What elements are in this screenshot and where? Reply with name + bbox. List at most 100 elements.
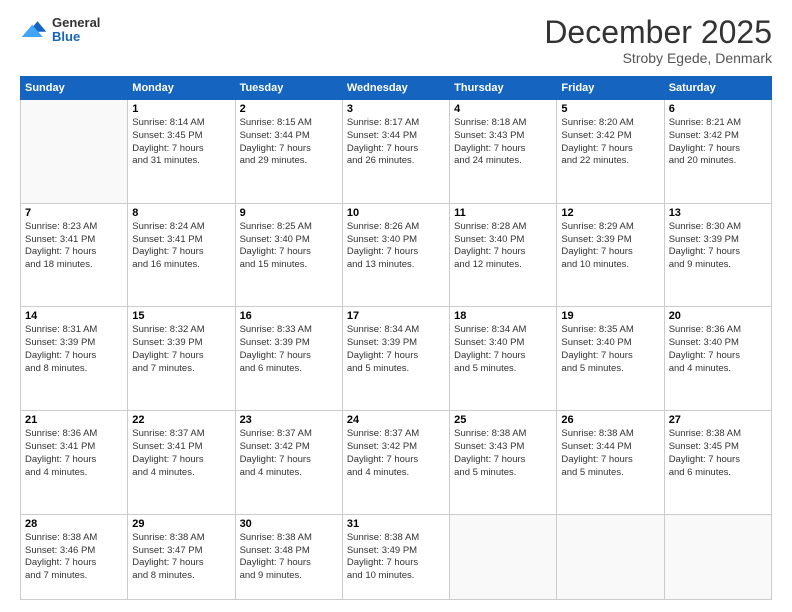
day-number: 18 [454, 310, 552, 322]
cell-info: Sunrise: 8:23 AM Sunset: 3:41 PM Dayligh… [25, 221, 123, 272]
day-number: 3 [347, 103, 445, 115]
day-number: 2 [240, 103, 338, 115]
cell-info: Sunrise: 8:37 AM Sunset: 3:41 PM Dayligh… [132, 428, 230, 479]
calendar-cell: 10 Sunrise: 8:26 AM Sunset: 3:40 PM Dayli… [342, 203, 449, 307]
calendar-cell [664, 514, 771, 599]
cell-info: Sunrise: 8:38 AM Sunset: 3:48 PM Dayligh… [240, 532, 338, 583]
cell-info: Sunrise: 8:24 AM Sunset: 3:41 PM Dayligh… [132, 221, 230, 272]
col-header-wednesday: Wednesday [342, 77, 449, 100]
day-number: 6 [669, 103, 767, 115]
day-number: 27 [669, 414, 767, 426]
day-number: 13 [669, 207, 767, 219]
calendar-cell: 18 Sunrise: 8:34 AM Sunset: 3:40 PM Dayli… [450, 307, 557, 411]
calendar-cell: 17 Sunrise: 8:34 AM Sunset: 3:39 PM Dayli… [342, 307, 449, 411]
cell-info: Sunrise: 8:21 AM Sunset: 3:42 PM Dayligh… [669, 117, 767, 168]
page: General Blue December 2025 Stroby Egede,… [0, 0, 792, 612]
col-header-saturday: Saturday [664, 77, 771, 100]
calendar-row-0: 1 Sunrise: 8:14 AM Sunset: 3:45 PM Daylig… [21, 100, 772, 204]
col-header-tuesday: Tuesday [235, 77, 342, 100]
day-number: 29 [132, 518, 230, 530]
calendar-cell: 27Sunrise: 8:38 AM Sunset: 3:45 PM Dayli… [664, 411, 771, 515]
day-number: 7 [25, 207, 123, 219]
cell-info: Sunrise: 8:29 AM Sunset: 3:39 PM Dayligh… [561, 221, 659, 272]
calendar-cell: 25Sunrise: 8:38 AM Sunset: 3:43 PM Dayli… [450, 411, 557, 515]
cell-info: Sunrise: 8:34 AM Sunset: 3:39 PM Dayligh… [347, 324, 445, 375]
calendar-cell: 2 Sunrise: 8:15 AM Sunset: 3:44 PM Daylig… [235, 100, 342, 204]
calendar-cell: 1 Sunrise: 8:14 AM Sunset: 3:45 PM Daylig… [128, 100, 235, 204]
cell-info: Sunrise: 8:17 AM Sunset: 3:44 PM Dayligh… [347, 117, 445, 168]
cell-info: Sunrise: 8:38 AM Sunset: 3:43 PM Dayligh… [454, 428, 552, 479]
cell-info: Sunrise: 8:25 AM Sunset: 3:40 PM Dayligh… [240, 221, 338, 272]
calendar-cell: 19 Sunrise: 8:35 AM Sunset: 3:40 PM Dayli… [557, 307, 664, 411]
calendar-cell: 12 Sunrise: 8:29 AM Sunset: 3:39 PM Dayli… [557, 203, 664, 307]
cell-info: Sunrise: 8:28 AM Sunset: 3:40 PM Dayligh… [454, 221, 552, 272]
calendar-row-2: 14Sunrise: 8:31 AM Sunset: 3:39 PM Dayli… [21, 307, 772, 411]
calendar-cell: 13 Sunrise: 8:30 AM Sunset: 3:39 PM Dayli… [664, 203, 771, 307]
header: General Blue December 2025 Stroby Egede,… [20, 16, 772, 66]
calendar-cell: 30 Sunrise: 8:38 AM Sunset: 3:48 PM Dayli… [235, 514, 342, 599]
day-number: 10 [347, 207, 445, 219]
cell-info: Sunrise: 8:14 AM Sunset: 3:45 PM Dayligh… [132, 117, 230, 168]
calendar-cell: 29 Sunrise: 8:38 AM Sunset: 3:47 PM Dayli… [128, 514, 235, 599]
cell-info: Sunrise: 8:37 AM Sunset: 3:42 PM Dayligh… [347, 428, 445, 479]
cell-info: Sunrise: 8:34 AM Sunset: 3:40 PM Dayligh… [454, 324, 552, 375]
calendar-row-1: 7 Sunrise: 8:23 AM Sunset: 3:41 PM Daylig… [21, 203, 772, 307]
calendar-cell: 24 Sunrise: 8:37 AM Sunset: 3:42 PM Dayli… [342, 411, 449, 515]
calendar-cell: 11 Sunrise: 8:28 AM Sunset: 3:40 PM Dayli… [450, 203, 557, 307]
calendar-row-4: 28Sunrise: 8:38 AM Sunset: 3:46 PM Dayli… [21, 514, 772, 599]
day-number: 28 [25, 518, 123, 530]
day-number: 30 [240, 518, 338, 530]
calendar-cell [557, 514, 664, 599]
cell-info: Sunrise: 8:36 AM Sunset: 3:40 PM Dayligh… [669, 324, 767, 375]
subtitle: Stroby Egede, Denmark [544, 50, 772, 66]
calendar-row-3: 21 Sunrise: 8:36 AM Sunset: 3:41 PM Dayli… [21, 411, 772, 515]
day-number: 17 [347, 310, 445, 322]
cell-info: Sunrise: 8:32 AM Sunset: 3:39 PM Dayligh… [132, 324, 230, 375]
calendar-cell: 3 Sunrise: 8:17 AM Sunset: 3:44 PM Daylig… [342, 100, 449, 204]
day-number: 1 [132, 103, 230, 115]
col-header-thursday: Thursday [450, 77, 557, 100]
day-number: 16 [240, 310, 338, 322]
day-number: 26 [561, 414, 659, 426]
day-number: 22 [132, 414, 230, 426]
col-header-monday: Monday [128, 77, 235, 100]
cell-info: Sunrise: 8:38 AM Sunset: 3:47 PM Dayligh… [132, 532, 230, 583]
calendar-cell: 14Sunrise: 8:31 AM Sunset: 3:39 PM Dayli… [21, 307, 128, 411]
day-number: 14 [25, 310, 123, 322]
calendar-table: SundayMondayTuesdayWednesdayThursdayFrid… [20, 76, 772, 600]
calendar-cell: 22 Sunrise: 8:37 AM Sunset: 3:41 PM Dayli… [128, 411, 235, 515]
calendar-cell: 31 Sunrise: 8:38 AM Sunset: 3:49 PM Dayli… [342, 514, 449, 599]
logo: General Blue [20, 16, 100, 45]
cell-info: Sunrise: 8:38 AM Sunset: 3:44 PM Dayligh… [561, 428, 659, 479]
day-number: 9 [240, 207, 338, 219]
col-header-sunday: Sunday [21, 77, 128, 100]
calendar-cell: 21 Sunrise: 8:36 AM Sunset: 3:41 PM Dayli… [21, 411, 128, 515]
cell-info: Sunrise: 8:38 AM Sunset: 3:49 PM Dayligh… [347, 532, 445, 583]
calendar-cell [450, 514, 557, 599]
day-number: 8 [132, 207, 230, 219]
calendar-header-row: SundayMondayTuesdayWednesdayThursdayFrid… [21, 77, 772, 100]
cell-info: Sunrise: 8:35 AM Sunset: 3:40 PM Dayligh… [561, 324, 659, 375]
cell-info: Sunrise: 8:36 AM Sunset: 3:41 PM Dayligh… [25, 428, 123, 479]
calendar-cell: 26 Sunrise: 8:38 AM Sunset: 3:44 PM Dayli… [557, 411, 664, 515]
cell-info: Sunrise: 8:18 AM Sunset: 3:43 PM Dayligh… [454, 117, 552, 168]
cell-info: Sunrise: 8:26 AM Sunset: 3:40 PM Dayligh… [347, 221, 445, 272]
logo-general: General [52, 16, 100, 30]
day-number: 23 [240, 414, 338, 426]
calendar-cell: 8 Sunrise: 8:24 AM Sunset: 3:41 PM Daylig… [128, 203, 235, 307]
cell-info: Sunrise: 8:15 AM Sunset: 3:44 PM Dayligh… [240, 117, 338, 168]
cell-info: Sunrise: 8:30 AM Sunset: 3:39 PM Dayligh… [669, 221, 767, 272]
day-number: 21 [25, 414, 123, 426]
day-number: 24 [347, 414, 445, 426]
calendar-cell: 16Sunrise: 8:33 AM Sunset: 3:39 PM Dayli… [235, 307, 342, 411]
logo-text: General Blue [52, 16, 100, 45]
day-number: 19 [561, 310, 659, 322]
cell-info: Sunrise: 8:37 AM Sunset: 3:42 PM Dayligh… [240, 428, 338, 479]
day-number: 31 [347, 518, 445, 530]
calendar-cell: 4Sunrise: 8:18 AM Sunset: 3:43 PM Daylig… [450, 100, 557, 204]
day-number: 15 [132, 310, 230, 322]
day-number: 12 [561, 207, 659, 219]
day-number: 11 [454, 207, 552, 219]
title-section: December 2025 Stroby Egede, Denmark [544, 16, 772, 66]
day-number: 20 [669, 310, 767, 322]
